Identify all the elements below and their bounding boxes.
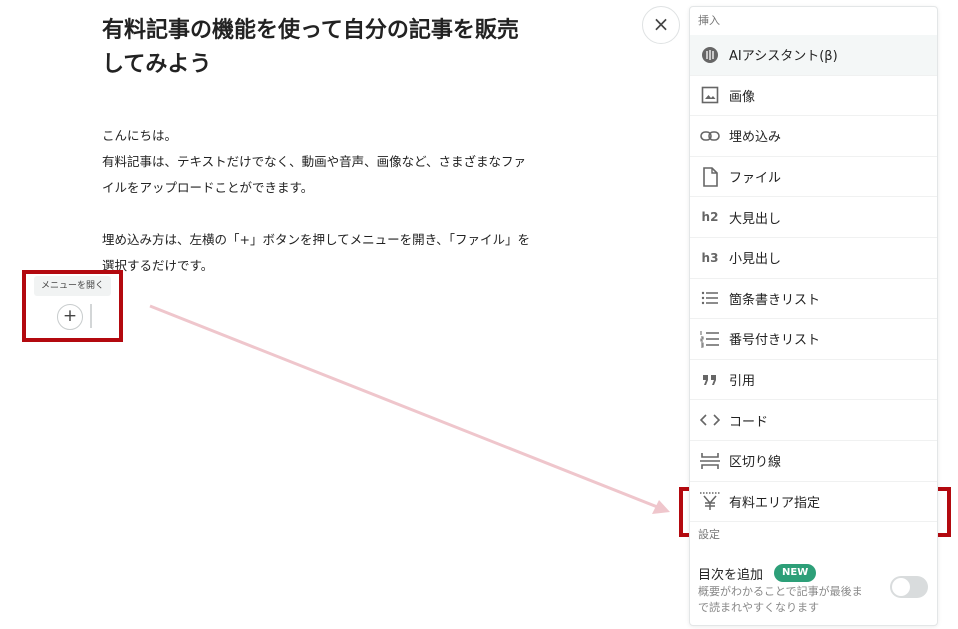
paid-area-icon	[699, 491, 721, 511]
quote-icon	[699, 374, 721, 386]
menu-item-divider[interactable]: 区切り線	[690, 441, 937, 482]
menu-item-label: 箇条書きリスト	[729, 292, 821, 308]
arrow-line	[149, 304, 661, 510]
h3-icon: h3	[701, 250, 719, 265]
ai-assistant-icon	[699, 45, 721, 65]
toc-title: 目次を追加	[698, 568, 764, 583]
toc-description: 概要がわかることで記事が最後ま で読まれやすくなります	[698, 584, 878, 616]
toc-description-line: 概要がわかることで記事が最後ま	[698, 585, 863, 598]
toc-toggle[interactable]	[890, 576, 928, 598]
menu-item-label: 番号付きリスト	[729, 333, 821, 349]
insert-menu-panel: 挿入 AIアシスタント(β) 画像 埋め込み ファイル h2 大見出し h3 小…	[689, 6, 938, 626]
insert-section-label: 挿入	[698, 14, 720, 27]
menu-item-numbered-list[interactable]: 番号付きリスト	[690, 319, 937, 360]
menu-item-label: 小見出し	[729, 252, 782, 268]
toggle-knob	[892, 578, 910, 596]
menu-item-quote[interactable]: 引用	[690, 360, 937, 401]
link-icon	[699, 129, 721, 143]
menu-item-small-heading[interactable]: h3 小見出し	[690, 238, 937, 279]
menu-item-large-heading[interactable]: h2 大見出し	[690, 197, 937, 238]
menu-item-ai-assistant[interactable]: AIアシスタント(β)	[690, 35, 937, 76]
menu-item-file[interactable]: ファイル	[690, 157, 937, 198]
image-icon	[699, 86, 721, 104]
menu-item-label: AIアシスタント(β)	[729, 49, 838, 65]
menu-item-code[interactable]: コード	[690, 400, 937, 441]
close-button[interactable]: ×	[642, 6, 680, 44]
bullet-list-icon	[699, 291, 721, 305]
menu-item-image[interactable]: 画像	[690, 76, 937, 117]
numbered-list-icon	[699, 330, 721, 348]
h2-icon: h2	[701, 210, 719, 225]
menu-item-label: ファイル	[729, 171, 782, 187]
toc-description-line: で読まれやすくなります	[698, 601, 819, 614]
menu-item-label: 区切り線	[729, 455, 782, 471]
menu-item-label: 画像	[729, 89, 756, 105]
file-icon	[699, 166, 721, 187]
menu-item-bullet-list[interactable]: 箇条書きリスト	[690, 279, 937, 320]
menu-item-label: 引用	[729, 374, 756, 390]
divider-icon	[699, 452, 721, 470]
menu-item-label: コード	[729, 414, 769, 430]
settings-section-label: 設定	[698, 528, 720, 542]
menu-item-paid-area[interactable]: 有料エリア指定	[690, 482, 937, 523]
menu-item-label: 大見出し	[729, 211, 782, 227]
new-badge: NEW	[774, 564, 817, 582]
code-icon	[699, 413, 721, 427]
menu-item-label: 有料エリア指定	[729, 495, 821, 511]
menu-item-label: 埋め込み	[729, 130, 782, 146]
menu-item-embed[interactable]: 埋め込み	[690, 116, 937, 157]
